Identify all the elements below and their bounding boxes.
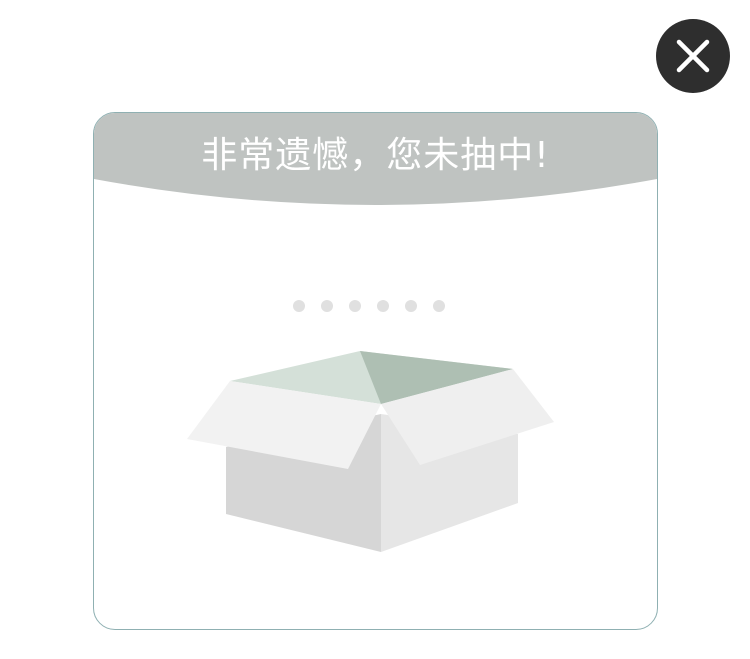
loading-dot (433, 300, 445, 312)
loading-dot (405, 300, 417, 312)
dialog-header-banner: 非常遗憾，您未抽中! (94, 113, 657, 213)
close-button[interactable] (656, 19, 730, 93)
loading-dot (293, 300, 305, 312)
loading-dot (377, 300, 389, 312)
open-empty-box-icon (187, 351, 554, 552)
close-icon (676, 39, 710, 73)
loading-dots (293, 300, 445, 314)
dialog-title: 非常遗憾，您未抽中! (201, 135, 550, 176)
loading-dot (321, 300, 333, 312)
loading-dot (349, 300, 361, 312)
result-dialog: 非常遗憾，您未抽中! (93, 112, 658, 630)
